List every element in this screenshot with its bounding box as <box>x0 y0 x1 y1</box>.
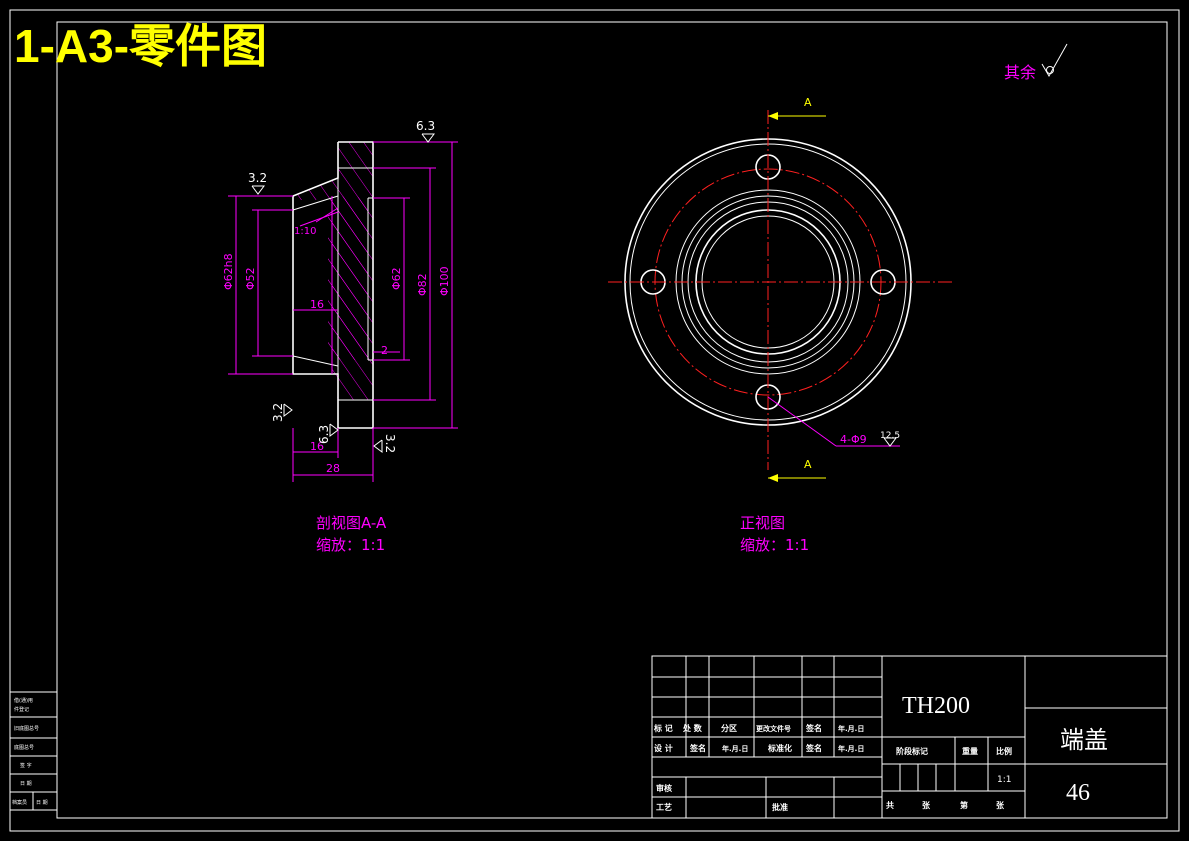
roughness-top: 6.3 <box>416 119 435 133</box>
label-nianyueri3: 年.月.日 <box>838 744 864 753</box>
section-mark-top: A <box>804 96 812 109</box>
dim-phi100: Φ100 <box>438 266 451 296</box>
front-view-scale: 缩放：1:1 <box>740 536 809 554</box>
dim-gap2: 2 <box>381 344 388 357</box>
label-qianming3: 签名 <box>805 743 822 753</box>
roughness-bottom-left-icon <box>283 403 293 417</box>
part-name: 端盖 <box>1060 726 1108 754</box>
roughness-left-top-icon <box>251 185 265 195</box>
label-biaoji: 标 记 <box>653 723 673 733</box>
drawing-canvas: 1-A3-零件图 其余 Φ62h8 Φ52 Φ62 Φ82 Φ100 16 2 … <box>9 9 1180 832</box>
section-mark-bottom: A <box>804 458 812 471</box>
front-view-caption: 正视图 <box>740 514 785 532</box>
label-zhang2: 张 <box>996 801 1005 810</box>
label-gongyi: 工艺 <box>656 802 672 812</box>
label-qianming1: 签名 <box>805 723 822 733</box>
surface-finish-note: 其余 <box>1004 63 1036 82</box>
inner-frame <box>56 21 1168 819</box>
label-nianyueri1: 年.月.日 <box>838 724 864 733</box>
label-biaozhunhua: 标准化 <box>767 743 792 753</box>
label-bili: 比例 <box>996 746 1012 756</box>
front-view <box>608 110 955 482</box>
dim-phi62h8: Φ62h8 <box>222 253 235 290</box>
dim-total28: 28 <box>326 462 340 475</box>
section-view <box>228 141 458 482</box>
left-strip-row: 日 期 <box>36 800 48 806</box>
hole-roughness: 12.5 <box>880 431 900 441</box>
holes-label: 4-Φ9 <box>840 433 867 446</box>
dim-len16: 16 <box>310 298 324 311</box>
left-strip-row: 件登记 <box>14 706 29 713</box>
dim-phi52: Φ52 <box>244 267 257 290</box>
label-zhang1: 张 <box>922 801 931 810</box>
roughness-left-top: 3.2 <box>248 171 267 185</box>
label-jieduan: 阶段标记 <box>896 746 928 756</box>
left-strip-row: 底图总号 <box>14 744 34 751</box>
label-di: 第 <box>960 800 968 810</box>
roughness-symbol-icon <box>1041 43 1068 78</box>
label-shenhe: 审核 <box>656 783 672 793</box>
label-zhongliang: 重量 <box>962 746 978 756</box>
roughness-bottom-mid: 6.3 <box>317 425 331 444</box>
dim-phi82: Φ82 <box>416 273 429 296</box>
left-strip-row: 签 字 <box>20 762 32 769</box>
label-sheji: 设 计 <box>654 743 673 753</box>
label-gong: 共 <box>886 800 894 810</box>
roughness-bottom-right-icon <box>373 439 383 453</box>
label-qianming2: 签名 <box>689 743 706 753</box>
scale-value: 1:1 <box>997 775 1011 785</box>
label-nianyueri2: 年.月.日 <box>722 744 748 753</box>
label-genggai: 更改文件号 <box>756 724 791 733</box>
label-pizhun: 批准 <box>772 802 788 812</box>
left-strip-row: 借(通)用 <box>14 697 33 704</box>
roughness-top-icon <box>421 133 435 143</box>
part-number: 46 <box>1066 780 1090 806</box>
title-block-labels: 标 记 处 数 分区 更改文件号 签名 年.月.日 设 计 签名 年.月.日 标… <box>653 723 1012 812</box>
left-strip-row: 旧底图总号 <box>14 725 39 732</box>
label-fenqu: 分区 <box>721 723 737 733</box>
roughness-bottom-mid-icon <box>329 423 339 437</box>
left-strip-labels: 借(通)用 件登记 旧底图总号 底图总号 签 字 日 期 档案员 日 期 <box>12 697 48 806</box>
roughness-bottom-right: 3.2 <box>383 434 397 453</box>
left-strip-row: 档案员 <box>12 799 27 806</box>
roughness-bottom-left: 3.2 <box>271 403 285 422</box>
left-strip-row: 日 期 <box>20 781 32 787</box>
section-view-caption: 剖视图A-A <box>316 514 387 532</box>
taper-label: 1:10 <box>294 226 316 237</box>
section-view-scale: 缩放：1:1 <box>316 536 385 554</box>
outer-frame <box>9 9 1180 832</box>
drawing-title: 1-A3-零件图 <box>14 20 267 72</box>
label-chushu: 处 数 <box>682 723 703 733</box>
dim-phi62: Φ62 <box>390 267 403 290</box>
drawing-number: TH200 <box>902 693 970 719</box>
